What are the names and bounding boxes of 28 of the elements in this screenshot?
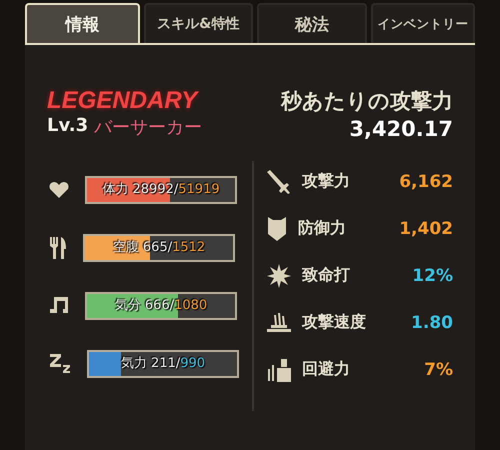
tab[interactable]: 秘法 [257, 3, 367, 43]
stat-value: 7% [424, 360, 453, 380]
stat-label: 防御力 [298, 218, 347, 239]
fork-knife-icon [49, 236, 67, 260]
tab[interactable]: スキル&特性 [144, 3, 254, 43]
burst-icon [266, 262, 292, 288]
heart-icon [49, 181, 69, 199]
stat-label: 致命打 [302, 265, 351, 286]
dodge-icon [266, 356, 292, 382]
dps-label: 秒あたりの攻撃力 [281, 88, 453, 115]
shield-icon [266, 216, 288, 242]
speed-icon [266, 310, 292, 334]
sleep-icon [49, 352, 71, 376]
gauge-text: 気力 211/990 [120, 355, 206, 373]
level-label: Lv.3 [47, 115, 88, 138]
stat-value: 1.80 [411, 312, 453, 332]
stat-label: 回避力 [302, 359, 351, 380]
dps-value: 3,420.17 [349, 117, 453, 141]
stat-value: 1,402 [399, 218, 453, 238]
tab[interactable]: インベントリー [370, 3, 475, 43]
stat-value: 12% [412, 266, 453, 286]
stat-value: 6,162 [399, 172, 453, 192]
sword-icon [266, 168, 292, 194]
stat-label: 攻撃速度 [302, 312, 367, 333]
class-name: バーサーカー [94, 116, 202, 139]
rarity-label: LEGENDARY [47, 87, 198, 115]
tab[interactable]: 情報 [25, 3, 140, 43]
stat-label: 攻撃力 [302, 171, 351, 192]
